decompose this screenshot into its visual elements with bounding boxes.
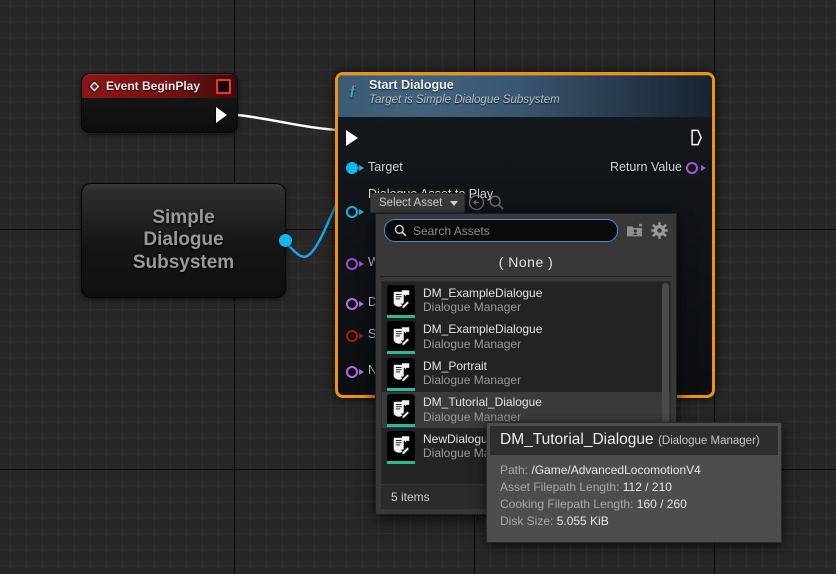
tooltip-row: Cooking Filepath Length: 160 / 260 [500, 496, 768, 513]
tooltip-value: 112 / 210 [622, 480, 672, 494]
delegate-pin-icon[interactable] [216, 78, 231, 94]
pin-label-target: Target [368, 160, 403, 174]
tooltip-row: Disk Size: 5.055 KiB [500, 513, 768, 530]
asset-option-none[interactable]: ( None ) [376, 247, 676, 276]
asset-name: DM_Tutorial_Dialogue [423, 395, 542, 410]
tooltip-title: DM_Tutorial_Dialogue [500, 431, 654, 448]
pin-hidden-1[interactable] [346, 258, 358, 270]
use-selected-asset-icon[interactable] [468, 194, 485, 211]
node-simple-dialogue-subsystem[interactable]: Simple Dialogue Subsystem [82, 184, 292, 297]
asset-type: Dialogue Manager [423, 373, 522, 388]
asset-type: Dialogue Manager [423, 300, 522, 315]
pin-dialogue-asset-arrow [359, 209, 364, 215]
node-event-beginplay[interactable]: Event BeginPlay [82, 74, 237, 132]
list-item[interactable]: DM_ExampleDialogue Dialogue Manager [382, 319, 670, 356]
pin-hidden-4[interactable] [346, 366, 358, 378]
list-item-text: DM_ExampleDialogue Dialogue Manager [423, 286, 542, 315]
asset-type-bar [387, 387, 415, 391]
asset-picker-toolbar: Search Assets [376, 214, 676, 247]
node-body [82, 98, 237, 132]
pin-hidden-3-arrow [359, 333, 364, 339]
none-option-label: ( None ) [498, 253, 554, 270]
tooltip-header: DM_Tutorial_Dialogue (Dialogue Manager) [490, 426, 778, 455]
node-title: Simple Dialogue Subsystem [124, 207, 244, 274]
asset-tooltip: DM_Tutorial_Dialogue (Dialogue Manager) … [486, 422, 782, 543]
list-item[interactable]: DM_Portrait Dialogue Manager [382, 355, 670, 392]
list-item-text: DM_Portrait Dialogue Manager [423, 359, 521, 388]
dialogue-asset-icon [387, 430, 415, 464]
view-options-icon[interactable] [626, 223, 643, 238]
pin-hidden-3[interactable] [346, 330, 358, 342]
asset-type: Dialogue Manager [423, 336, 522, 351]
node-header[interactable]: ƒ Start Dialogue Target is Simple Dialog… [338, 75, 712, 117]
list-item[interactable]: DM_ExampleDialogue Dialogue Manager [382, 282, 670, 319]
node-header[interactable]: Event BeginPlay [82, 74, 237, 98]
pin-hidden-1-arrow [359, 261, 364, 267]
tooltip-class: (Dialogue Manager) [658, 435, 760, 447]
asset-list-scrollbar[interactable] [662, 283, 669, 433]
pin-target-arrow [359, 165, 364, 171]
asset-type-bar [387, 424, 415, 428]
picker-divider [380, 276, 672, 277]
pin-hidden-2-arrow [359, 301, 364, 307]
blueprint-graph-editor[interactable]: Event BeginPlay Simple Dialogue Subsyste… [0, 0, 836, 574]
list-item-text: DM_Tutorial_Dialogue Dialogue Manager [423, 395, 542, 424]
dialogue-asset-icon [387, 357, 415, 391]
pin-label-return-value: Return Value [609, 160, 682, 174]
subsystem-output-pin[interactable] [279, 234, 292, 247]
pin-return-value[interactable] [686, 162, 698, 174]
asset-type-bar [387, 351, 415, 355]
node-subtitle: Target is Simple Dialogue Subsystem [369, 94, 560, 106]
tooltip-value: /Game/AdvancedLocomotionV4 [531, 463, 701, 477]
list-item-text: DM_ExampleDialogue Dialogue Manager [423, 322, 542, 351]
pin-hidden-2[interactable] [346, 298, 358, 310]
node-title: Event BeginPlay [106, 79, 201, 93]
title-line-3: Subsystem [132, 251, 235, 273]
tooltip-body: Path: /Game/AdvancedLocomotionV4 Asset F… [490, 455, 778, 539]
search-icon [394, 224, 407, 237]
node-title: Start Dialogue [369, 78, 454, 92]
pin-dialogue-asset-to-play[interactable] [346, 206, 358, 218]
tooltip-row: Path: /Game/AdvancedLocomotionV4 [500, 462, 768, 479]
asset-name: DM_ExampleDialogue [423, 322, 543, 337]
dialogue-asset-icon [387, 321, 415, 355]
browse-to-asset-icon[interactable] [488, 194, 505, 211]
asset-name: DM_Portrait [423, 358, 488, 373]
exec-pin-row [338, 127, 712, 149]
tooltip-key: Cooking Filepath Length: [500, 497, 634, 511]
function-f-icon: ƒ [349, 83, 357, 99]
event-diamond-icon [88, 79, 101, 93]
tooltip-key: Path: [500, 463, 529, 477]
tooltip-key: Asset Filepath Length: [500, 480, 620, 494]
dialogue-asset-icon [387, 394, 415, 428]
asset-type-bar [387, 314, 415, 318]
item-count-label: 5 items [391, 490, 430, 504]
asset-name: DM_ExampleDialogue [423, 285, 543, 300]
exec-input-pin[interactable] [346, 130, 358, 146]
search-assets-input[interactable]: Search Assets [384, 219, 618, 242]
dialogue-asset-icon [387, 284, 415, 318]
title-line-1: Simple [152, 207, 215, 229]
title-line-2: Dialogue [143, 229, 224, 251]
tooltip-value: 5.055 KiB [556, 514, 609, 528]
gear-icon[interactable] [651, 222, 668, 239]
search-placeholder: Search Assets [413, 223, 490, 238]
tooltip-value: 160 / 260 [636, 497, 687, 511]
pin-target[interactable] [346, 162, 358, 174]
select-asset-label: Select Asset [379, 197, 443, 209]
exec-output-pin[interactable] [691, 129, 702, 146]
tooltip-row: Asset Filepath Length: 112 / 210 [500, 479, 768, 496]
asset-type-bar [387, 460, 415, 464]
select-asset-combo[interactable]: Select Asset [370, 193, 466, 213]
pin-hidden-4-arrow [359, 369, 364, 375]
tooltip-key: Disk Size: [500, 514, 554, 528]
exec-output-pin[interactable] [216, 107, 227, 123]
chevron-down-icon [450, 200, 459, 206]
pin-return-value-arrow [701, 165, 706, 171]
